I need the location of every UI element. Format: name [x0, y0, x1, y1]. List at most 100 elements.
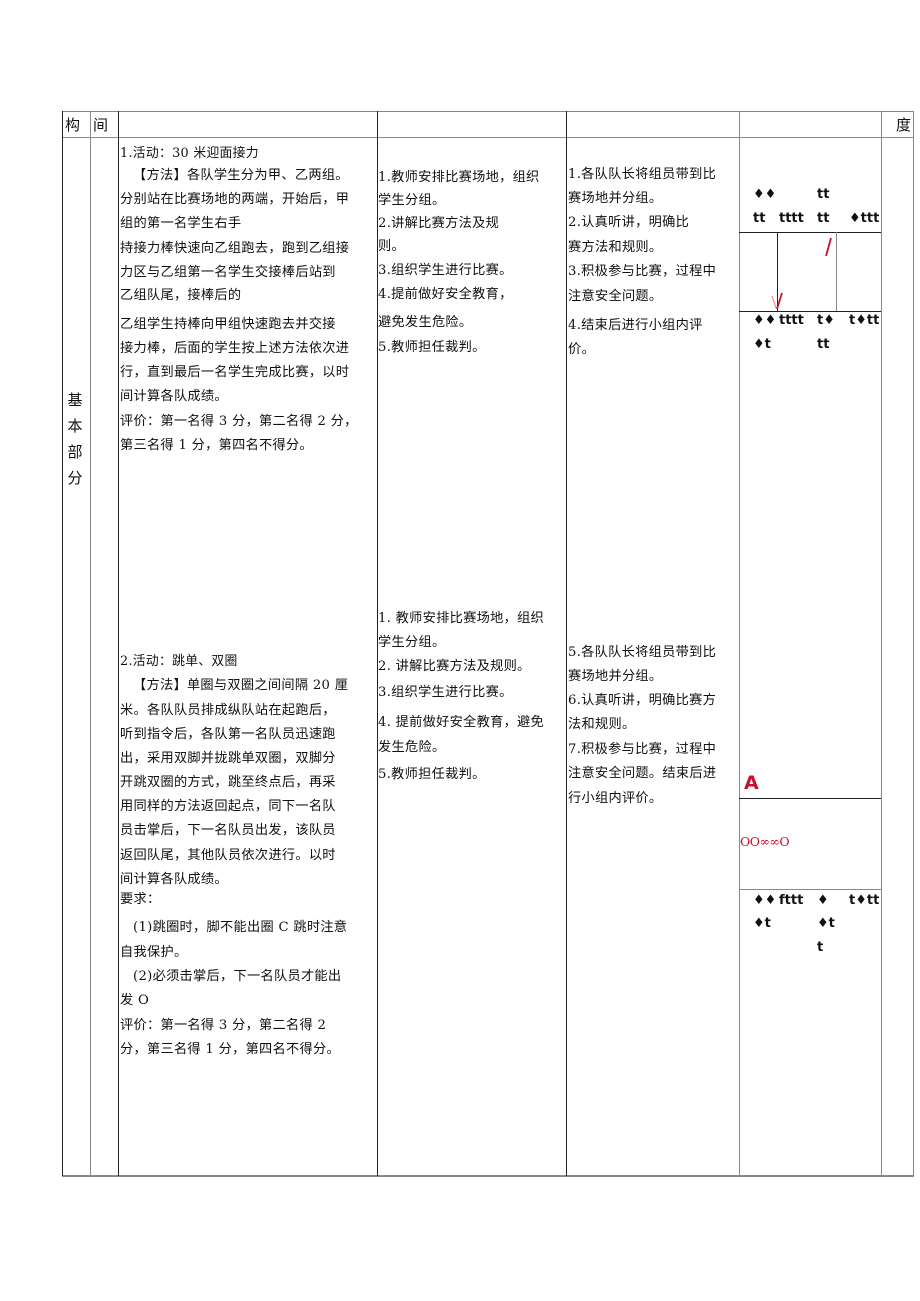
activity1-line: 行，直到最后一名学生完成比赛，以时	[120, 365, 350, 380]
formation-symbol: fttt	[779, 893, 804, 908]
header-row-divider	[62, 137, 914, 138]
student-step: 行小组内评价。	[568, 791, 663, 806]
teacher-step: 则。	[378, 239, 405, 254]
activity2-line: 听到指令后，各队第一名队员迅速跑	[120, 727, 336, 742]
teacher-step: 2.讲解比赛方法及规	[378, 216, 500, 231]
student-step: 5.各队队长将组员带到比	[568, 645, 717, 660]
student-step: 7.积极参与比赛，过程中	[568, 742, 717, 757]
run-direction-mark	[825, 237, 832, 257]
activity2-evaluation: 评价：第一名得 3 分，第二名得 2	[120, 1018, 327, 1033]
formation-symbol: ♦♦	[753, 187, 777, 202]
formation-symbol: ♦t	[753, 337, 771, 352]
activity2-line: 出，采用双脚并拢跳单双圈，双脚分	[120, 751, 336, 766]
section-label-basic-part: 基 本 部 分	[66, 387, 84, 491]
activity2-requirement: 自我保护。	[120, 945, 188, 960]
formation-symbol: t	[817, 940, 824, 955]
activity2-line: 米。各队队员排成纵队站在起跑后，	[120, 703, 336, 718]
activity1-line: 【方法】各队学生分为甲、乙两组。	[133, 168, 349, 183]
field-line-top	[739, 232, 881, 233]
student-step: 1.各队队长将组员带到比	[568, 167, 717, 182]
formation-symbol: ♦	[817, 893, 829, 908]
activity2-line: 间计算各队成绩。	[120, 872, 228, 887]
formation-symbol: ♦♦	[753, 313, 777, 328]
teacher-step: 学生分组。	[378, 635, 446, 650]
activity2-line: 用同样的方法返回起点，同下一名队	[120, 799, 336, 814]
formation-symbol: ♦t	[753, 916, 771, 931]
formation-symbol: tttt	[779, 313, 804, 328]
teacher-step: 4. 提前做好安全教育，避免	[378, 715, 545, 730]
teacher-step: 2. 讲解比赛方法及规则。	[378, 659, 531, 674]
col-border-1	[90, 111, 91, 1176]
teacher-step: 3.组织学生进行比赛。	[378, 263, 513, 278]
table-top-border	[62, 111, 914, 112]
student-step: 6.认真听讲，明确比赛方	[568, 693, 717, 708]
col-border-4	[566, 111, 567, 1176]
header-cell-time: 间	[93, 116, 109, 134]
teacher-step: 学生分组。	[378, 193, 446, 208]
formation-symbol: tt	[753, 211, 766, 226]
teacher-step: 5.教师担任裁判。	[378, 340, 486, 355]
teacher-step: 3.组织学生进行比赛。	[378, 685, 513, 700]
activity2-title: 2.活动：跳单、双圈	[120, 654, 238, 669]
activity1-line: 间计算各队成绩。	[120, 389, 228, 404]
activity2-line: 返回队尾，其他队员依次进行。以时	[120, 848, 336, 863]
activity2-requirement: (1)跳圈时，脚不能出圈 C 跳时注意	[133, 920, 348, 935]
teacher-step: 发生危险。	[378, 740, 446, 755]
col-border-0	[62, 111, 63, 1176]
formation-symbol: ♦ttt	[849, 211, 880, 226]
header-cell-structure: 构	[65, 116, 81, 134]
activity2-requirements-label: 要求：	[120, 892, 161, 907]
teacher-step: 1.教师安排比赛场地，组织	[378, 170, 540, 185]
student-step: 赛场地并分组。	[568, 669, 663, 684]
col-border-5	[739, 111, 740, 1176]
section-label-char: 部	[67, 443, 83, 461]
activity1-line: 组的第一名学生右手	[120, 216, 242, 231]
teacher-step: 5.教师担任裁判。	[378, 767, 486, 782]
activity2-requirement: 发 O	[120, 993, 150, 1008]
student-step: 法和规则。	[568, 717, 636, 732]
activity1-line: 力区与乙组第一名学生交接棒后站到	[120, 265, 336, 280]
student-step: 注意安全问题。结束后进	[568, 766, 717, 781]
section-label-char: 基	[67, 391, 83, 409]
teacher-step: 4.提前做好安全教育，	[378, 287, 513, 302]
section-label-char: 分	[67, 469, 83, 487]
table-bottom-border	[62, 1175, 914, 1177]
field-line-top	[739, 798, 881, 799]
activity1-line: 接力棒，后面的学生按上述方法依次进	[120, 341, 350, 356]
activity1-evaluation: 评价：第一名得 3 分，第二名得 2 分，	[120, 414, 358, 429]
formation-symbol: t♦tt	[849, 313, 880, 328]
formation-symbol: t♦	[817, 313, 835, 328]
activity2-line: 开跳双圈的方式，跳至终点后，再采	[120, 775, 336, 790]
student-step: 赛方法和规则。	[568, 240, 663, 255]
col-border-2	[118, 111, 119, 1176]
activity1-line: 乙组学生持棒向甲组快速跑去并交接	[120, 317, 336, 332]
field-lane-divider	[836, 232, 837, 311]
formation-symbol: ♦♦	[753, 893, 777, 908]
teacher-step: 1. 教师安排比赛场地，组织	[378, 611, 545, 626]
student-step: 赛场地并分组。	[568, 191, 663, 206]
activity2-line: 员击掌后，下一名队员出发，该队员	[120, 823, 336, 838]
formation-symbol: tt	[817, 187, 830, 202]
hoop-circles: OO∞∞O	[740, 834, 790, 849]
formation-symbol: t♦tt	[849, 893, 880, 908]
formation-symbol: tt	[817, 337, 830, 352]
teacher-step: 避免发生危险。	[378, 315, 473, 330]
student-step: 注意安全问题。	[568, 289, 663, 304]
activity2-line: 【方法】单圈与双圈之间间隔 20 厘	[133, 678, 349, 693]
activity1-line: 分别站在比赛场地的两端，开始后，甲	[120, 192, 350, 207]
student-step: 4.结束后进行小组内评	[568, 318, 703, 333]
student-step: 3.积极参与比赛，过程中	[568, 264, 717, 279]
col-border-7	[913, 111, 914, 1176]
col-border-6	[881, 111, 882, 1176]
activity1-line: 乙组队尾，接棒后的	[120, 288, 242, 303]
start-marker-a: A	[744, 772, 759, 794]
activity1-line: 持接力棒快速向乙组跑去，跑到乙组接	[120, 241, 350, 256]
section-label-char: 本	[67, 417, 83, 435]
activity2-evaluation: 分，第三名得 1 分，第四名不得分。	[120, 1042, 340, 1057]
activity2-requirement: (2)必须击掌后，下一名队员才能出	[133, 969, 342, 984]
formation-symbol: tttt	[779, 211, 804, 226]
student-step: 2.认真听讲，明确比	[568, 215, 690, 230]
activity1-evaluation: 第三名得 1 分，第四名不得分。	[120, 438, 314, 453]
run-direction-mark	[771, 292, 783, 310]
header-cell-intensity: 度	[896, 116, 912, 134]
